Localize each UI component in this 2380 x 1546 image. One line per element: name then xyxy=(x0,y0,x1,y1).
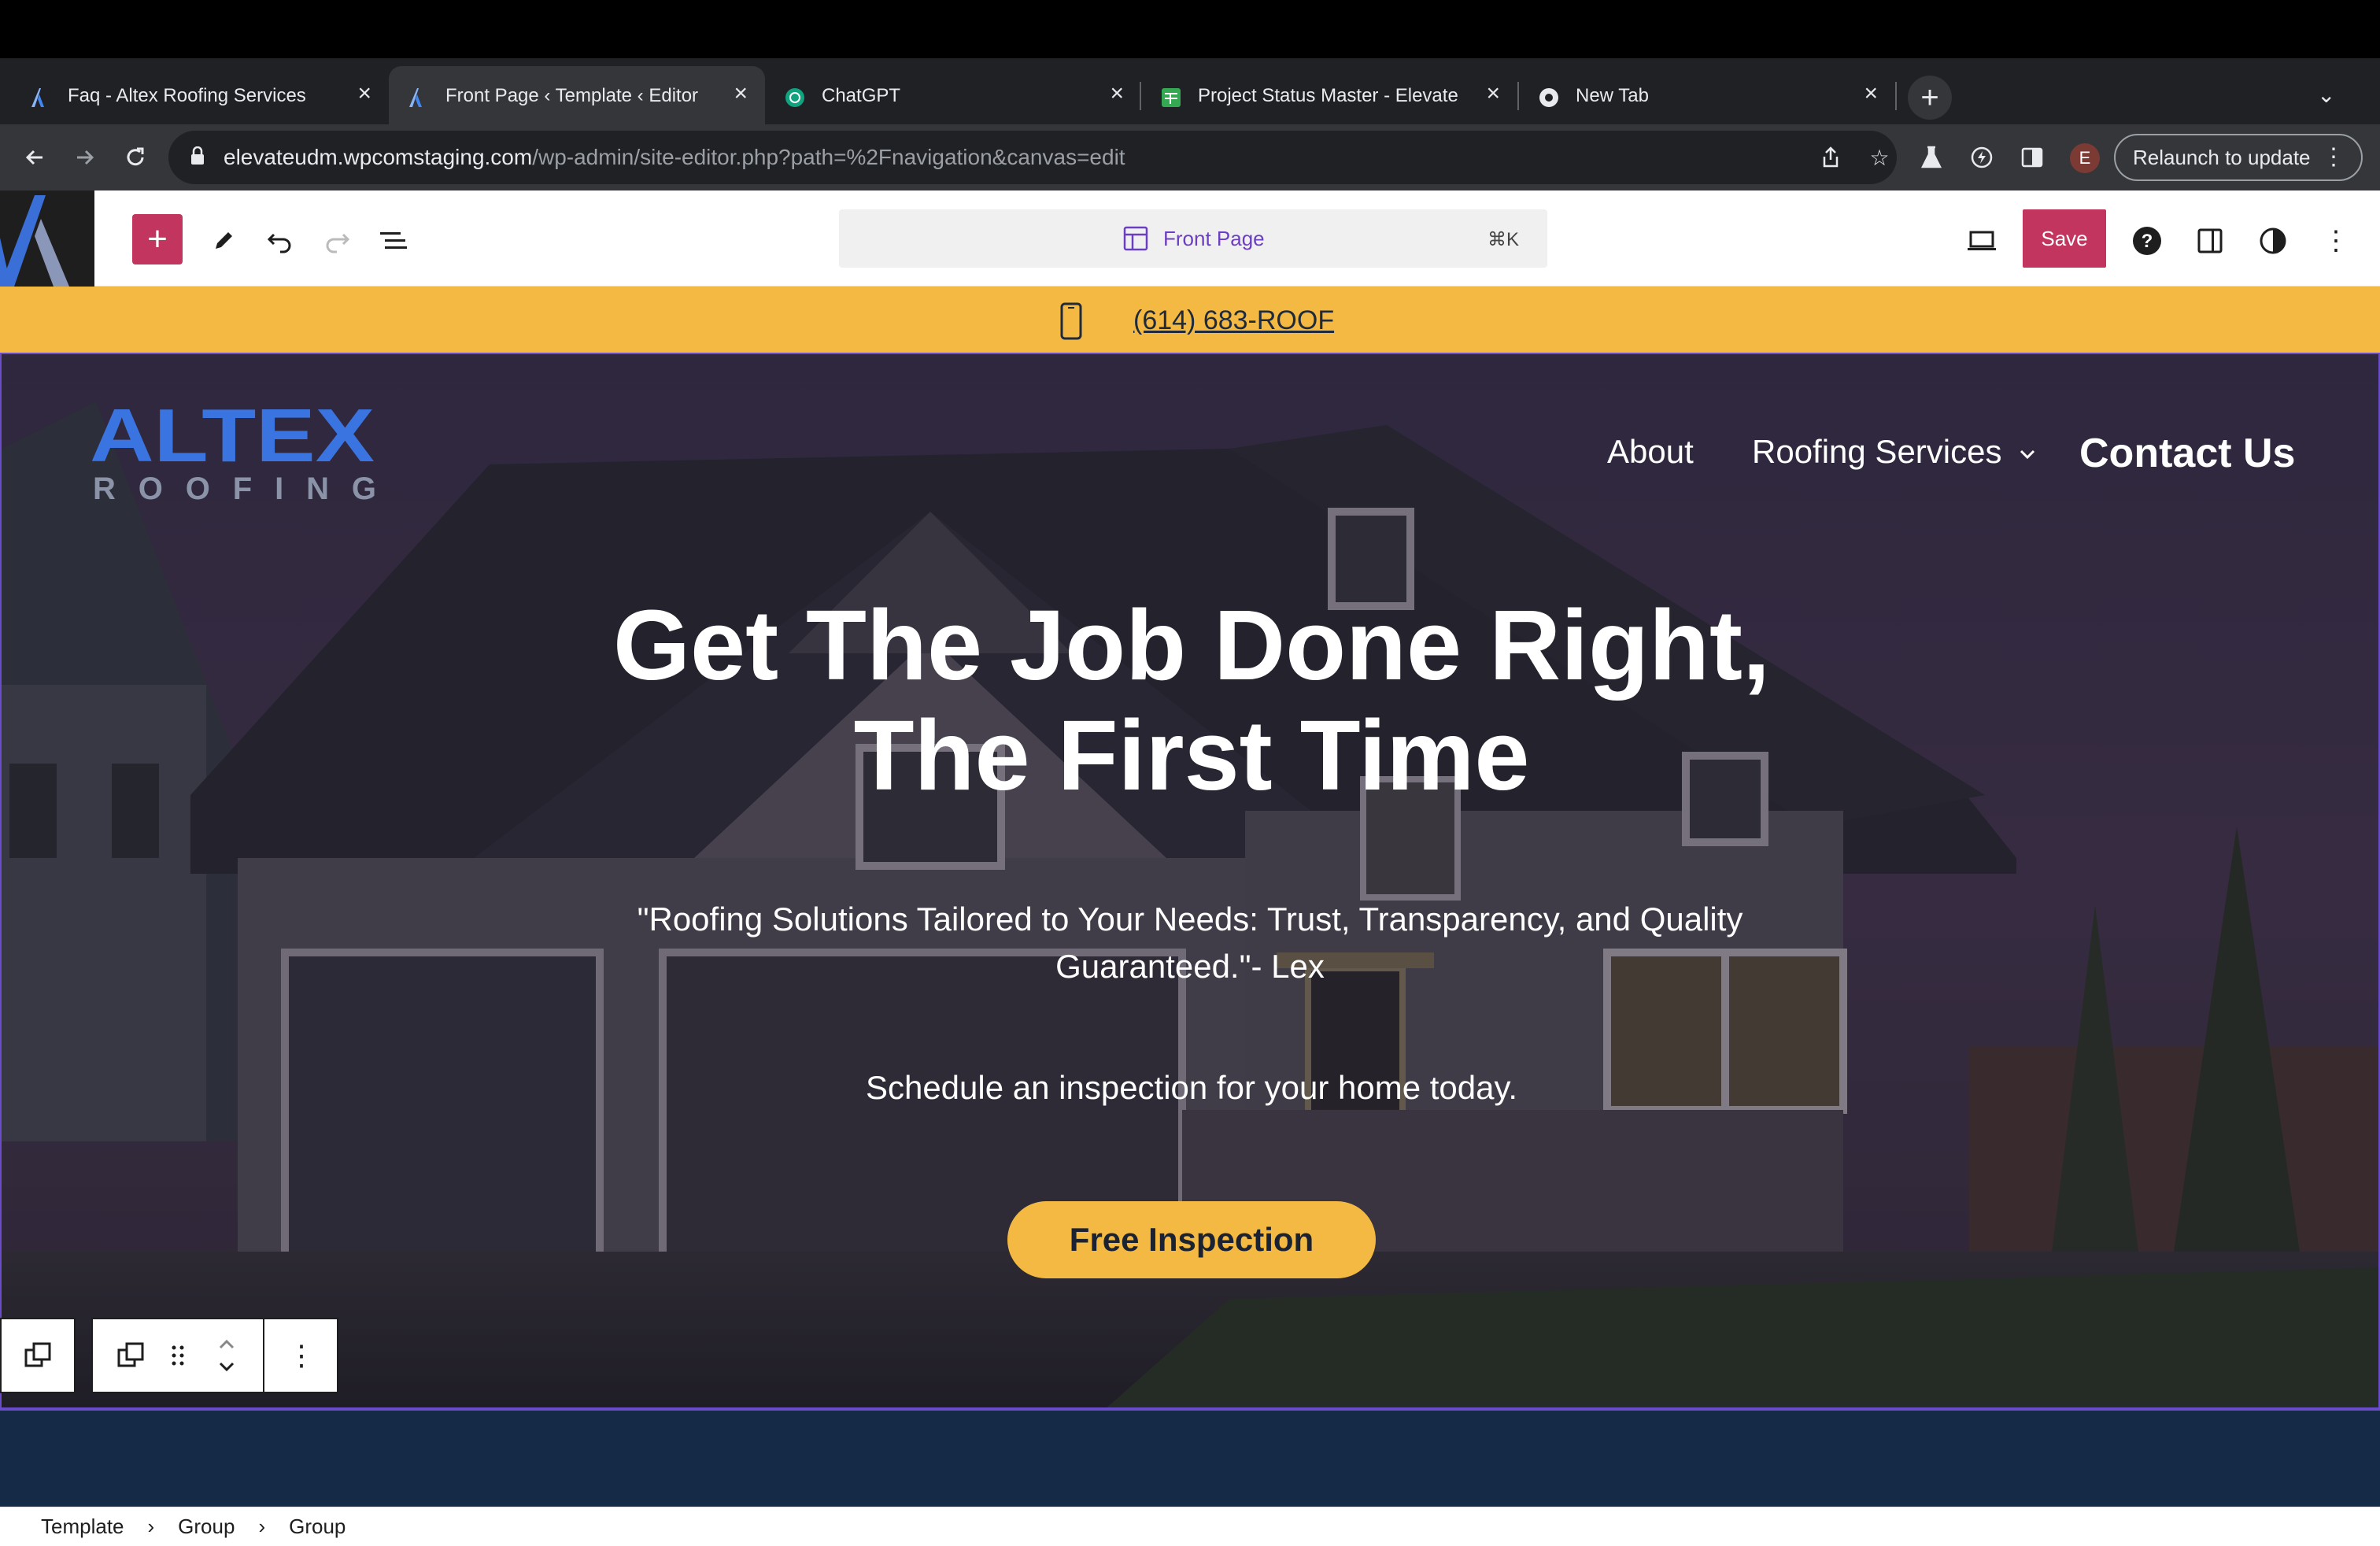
close-tab-icon[interactable]: × xyxy=(1486,82,1500,105)
drag-handle-icon[interactable] xyxy=(162,1319,194,1392)
breadcrumb-item-group[interactable]: Group xyxy=(178,1515,235,1539)
tab-title: Front Page ‹ Template ‹ Editor xyxy=(445,85,699,106)
tab-search-chevron-icon[interactable]: ⌄ xyxy=(2317,82,2335,108)
url-omnibox[interactable]: elevateudm.wpcomstaging.com/wp-admin/sit… xyxy=(168,131,1897,184)
forward-arrow-icon[interactable] xyxy=(66,139,104,176)
tab-title: Faq - Altex Roofing Services xyxy=(68,85,306,106)
hero-headline-line-2: The First Time xyxy=(853,700,1530,811)
block-toolbar: ⋮ xyxy=(91,1318,338,1393)
move-up-down-icon[interactable] xyxy=(203,1319,250,1392)
block-breadcrumb: Template › Group › Group xyxy=(0,1507,2380,1546)
navy-section-block[interactable] xyxy=(0,1409,2380,1507)
options-more-vertical-icon[interactable]: ⋮ xyxy=(2314,219,2358,263)
editor-header-toolbar: + Front Page ⌘K Save ? ⋮ xyxy=(0,190,2380,287)
back-arrow-icon[interactable] xyxy=(16,139,54,176)
select-parent-block-button[interactable] xyxy=(0,1318,76,1393)
command-palette-bar[interactable]: Front Page ⌘K xyxy=(839,209,1547,268)
browser-tab-active[interactable]: Front Page ‹ Template ‹ Editor × xyxy=(389,66,765,124)
share-icon[interactable] xyxy=(1815,142,1846,173)
browser-tab-bar: Faq - Altex Roofing Services × Front Pag… xyxy=(0,58,2380,124)
command-bar-label: Front Page xyxy=(1163,227,1265,250)
command-shortcut: ⌘K xyxy=(1487,229,1519,250)
new-tab-button[interactable]: + xyxy=(1908,76,1952,120)
hero-headline-line-1: Get The Job Done Right, xyxy=(613,590,1770,701)
relaunch-to-update-button[interactable]: Relaunch to update ⋮ xyxy=(2114,134,2363,181)
url-host: elevateudm.wpcomstaging.com xyxy=(224,145,533,169)
free-inspection-button[interactable]: Free Inspection xyxy=(1007,1201,1376,1278)
chatgpt-icon xyxy=(784,87,806,109)
nav-about-link[interactable]: About xyxy=(1607,433,1694,471)
extension-icon[interactable] xyxy=(1963,139,2001,176)
document-overview-list-icon[interactable] xyxy=(371,219,416,263)
logo-wordmark: ALTEX xyxy=(90,400,375,478)
edit-pencil-icon[interactable] xyxy=(201,219,246,263)
altex-logo-icon xyxy=(408,87,430,109)
save-button[interactable]: Save xyxy=(2023,209,2106,268)
breadcrumb-chevron-icon: › xyxy=(147,1515,155,1538)
side-panel-icon[interactable] xyxy=(2013,139,2051,176)
phone-link[interactable]: (614) 683-ROOF xyxy=(1133,305,1334,336)
chevron-down-icon xyxy=(2020,449,2035,460)
profile-avatar[interactable]: E xyxy=(2070,143,2100,173)
lock-icon[interactable] xyxy=(190,146,205,165)
close-tab-icon[interactable]: × xyxy=(357,82,371,105)
nav-contact-us-link[interactable]: Contact Us xyxy=(2079,430,2295,477)
undo-icon[interactable] xyxy=(258,219,302,263)
help-icon[interactable]: ? xyxy=(2125,219,2169,263)
template-layout-icon xyxy=(1122,225,1149,256)
hero-subtext: Schedule an inspection for your home tod… xyxy=(865,1069,1518,1106)
bookmark-star-icon[interactable]: ☆ xyxy=(1864,142,1895,173)
site-icon-back-button[interactable] xyxy=(0,190,94,287)
browser-tab[interactable]: ChatGPT × xyxy=(765,66,1141,124)
relaunch-label: Relaunch to update xyxy=(2133,145,2311,169)
device-preview-laptop-icon[interactable] xyxy=(1960,219,2004,263)
browser-tab[interactable]: New Tab × xyxy=(1519,66,1895,124)
group-block-icon xyxy=(24,1342,51,1367)
close-tab-icon[interactable]: × xyxy=(1864,82,1878,105)
breadcrumb-chevron-icon: › xyxy=(258,1515,266,1538)
breadcrumb-item-template[interactable]: Template xyxy=(41,1515,124,1539)
close-tab-icon[interactable]: × xyxy=(1110,82,1124,105)
more-vertical-icon: ⋮ xyxy=(2322,144,2345,170)
url-path: /wp-admin/site-editor.php?path=%2Fnaviga… xyxy=(532,145,1125,169)
nav-roofing-services-link[interactable]: Roofing Services xyxy=(1752,433,2036,471)
editor-canvas: (614) 683-ROOF ALTEX ROOFING About Roofi… xyxy=(0,287,2380,1507)
sheets-icon xyxy=(1160,87,1182,109)
breadcrumb-item-group-current[interactable]: Group xyxy=(289,1515,346,1539)
altex-logo-icon xyxy=(30,87,52,109)
redo-icon[interactable] xyxy=(315,219,359,263)
close-tab-icon[interactable]: × xyxy=(734,82,748,105)
browser-address-bar: elevateudm.wpcomstaging.com/wp-admin/sit… xyxy=(0,124,2380,190)
site-logo[interactable]: ALTEX ROOFING xyxy=(90,394,389,506)
tab-title: New Tab xyxy=(1576,85,1649,106)
tab-separator xyxy=(1895,82,1897,110)
tab-title: ChatGPT xyxy=(822,85,901,106)
toolbar-divider xyxy=(263,1319,264,1392)
block-inserter-button[interactable]: + xyxy=(132,214,183,264)
top-phone-bar: (614) 683-ROOF xyxy=(0,287,2380,353)
svg-text:?: ? xyxy=(2142,231,2153,252)
hero-quote: "Roofing Solutions Tailored to Your Need… xyxy=(637,901,1743,985)
block-options-more-vertical-icon[interactable]: ⋮ xyxy=(274,1319,329,1392)
settings-sidebar-icon[interactable] xyxy=(2188,219,2232,263)
group-block-icon xyxy=(117,1342,144,1367)
nav-roofing-services-label: Roofing Services xyxy=(1752,433,2002,470)
labs-flask-icon[interactable] xyxy=(1913,139,1950,176)
tab-title: Project Status Master - Elevate xyxy=(1198,85,1458,106)
reload-icon[interactable] xyxy=(116,139,154,176)
browser-tab[interactable]: Faq - Altex Roofing Services × xyxy=(0,66,389,124)
block-type-switcher-button[interactable] xyxy=(109,1319,153,1392)
url-text: elevateudm.wpcomstaging.com/wp-admin/sit… xyxy=(224,145,1125,170)
chrome-icon xyxy=(1538,87,1560,109)
hero-cover-block[interactable]: ALTEX ROOFING About Roofing Services Con… xyxy=(0,353,2380,1409)
top-screen-strip xyxy=(0,0,2380,58)
browser-tab[interactable]: Project Status Master - Elevate × xyxy=(1141,66,1517,124)
styles-contrast-icon[interactable] xyxy=(2251,219,2295,263)
phone-icon xyxy=(1059,302,1083,344)
